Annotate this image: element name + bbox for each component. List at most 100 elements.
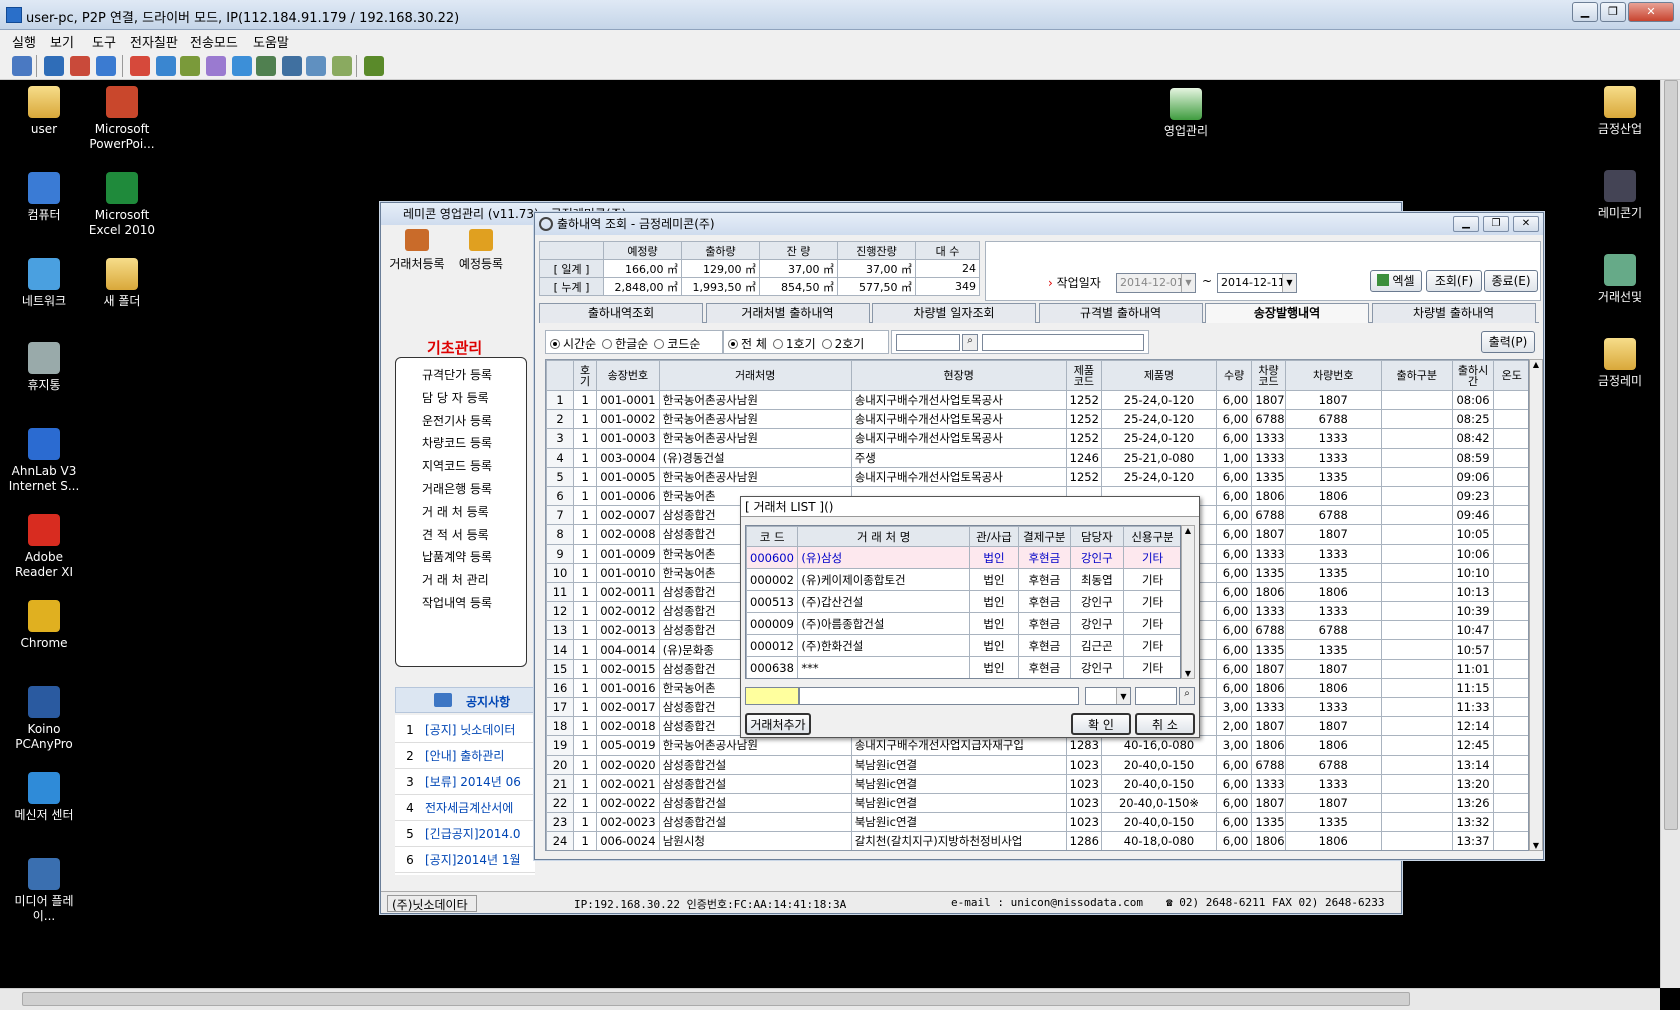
cancel-button[interactable]: 취 소: [1135, 713, 1195, 735]
print-button[interactable]: 출력(P): [1481, 331, 1535, 353]
desktop-icon[interactable]: Koino PCAnyPro: [4, 686, 84, 752]
menu-item[interactable]: 운전기사 등록: [422, 412, 492, 429]
exit-button[interactable]: 종료(E): [1484, 270, 1538, 292]
popup-scrollbar[interactable]: ▲ ▼: [1181, 525, 1195, 679]
menu-item[interactable]: 전자칠판: [130, 32, 178, 51]
menu-item[interactable]: 작업내역 등록: [422, 594, 492, 611]
toolbar-button[interactable]: 예정등록: [449, 229, 513, 272]
desktop-icon[interactable]: 새 폴더: [82, 258, 162, 309]
maximize-button[interactable]: ❐: [1600, 2, 1626, 22]
desktop-icon[interactable]: AhnLab V3 Internet S...: [4, 428, 84, 494]
search-input[interactable]: [896, 334, 960, 351]
scroll-down-icon[interactable]: ▼: [1182, 669, 1194, 678]
table-row[interactable]: 22 1 002-0022 삼성종합건설 북남원ic연결 1023 20-40,0-150※…: [546, 792, 1528, 814]
toolbar-icon[interactable]: [180, 56, 200, 76]
filter-input[interactable]: [1135, 687, 1177, 705]
desktop-icon[interactable]: Adobe Reader XI: [4, 514, 84, 580]
tab[interactable]: 출하내역조회: [539, 303, 703, 323]
table-row[interactable]: 1 1 001-0001 한국농어촌공사남원 송내지구배수개선사업토목공사 1252 25-…: [546, 389, 1528, 411]
toolbar-icon[interactable]: [282, 56, 302, 76]
desktop-icon[interactable]: 메신저 센터: [4, 772, 84, 823]
notice-item[interactable]: 1 [공지] 닛소데이터: [395, 721, 535, 743]
menu-item[interactable]: 거 래 처 등록: [422, 503, 489, 520]
menu-item[interactable]: 전송모드: [190, 32, 238, 51]
scroll-thumb[interactable]: [1664, 80, 1678, 830]
table-row[interactable]: 000513 (주)갑산건설 법인 후현금 강인구 기타: [746, 590, 1180, 613]
close-button[interactable]: ✕: [1628, 2, 1674, 22]
column-header[interactable]: 차량코드: [1251, 360, 1286, 391]
menu-item[interactable]: 견 적 서 등록: [422, 526, 489, 543]
grid-scrollbar[interactable]: ▲ ▼: [1529, 359, 1543, 851]
column-header[interactable]: 차량번호: [1284, 360, 1382, 391]
scroll-thumb[interactable]: [22, 992, 1410, 1006]
column-header[interactable]: 온도: [1493, 360, 1528, 391]
table-row[interactable]: 000012 (주)한화건설 법인 후현금 김근곤 기타: [746, 634, 1180, 657]
code-input[interactable]: [745, 687, 799, 705]
table-row[interactable]: 000638 *** 법인 후현금 강인구 기타: [746, 656, 1180, 678]
column-header[interactable]: 거래처명: [658, 360, 852, 391]
table-row[interactable]: 21 1 002-0021 삼성종합건설 북남원ic연결 1023 20-40,0-150 6…: [546, 773, 1528, 794]
scroll-up-icon[interactable]: ▲: [1530, 360, 1542, 369]
tab[interactable]: 규격별 출하내역: [1038, 303, 1203, 323]
unit-radio[interactable]: 1호기: [772, 337, 816, 351]
toolbar-icon[interactable]: [96, 56, 116, 76]
tab[interactable]: 송장발행내역: [1205, 303, 1369, 323]
toolbar-icon[interactable]: [206, 56, 226, 76]
column-header[interactable]: 제품명: [1101, 360, 1217, 391]
menu-item[interactable]: 납품계약 등록: [422, 548, 492, 565]
menu-item[interactable]: 지역코드 등록: [422, 457, 492, 474]
desktop-icon[interactable]: 컴퓨터: [4, 172, 84, 223]
column-header[interactable]: 담당자: [1069, 526, 1125, 547]
column-header[interactable]: 수량: [1215, 360, 1253, 391]
column-header[interactable]: 호기: [573, 360, 598, 391]
table-row[interactable]: 24 1 006-0024 남원시청 갈치천(갈치지구)지방하천정비사업 1286 40-1…: [546, 831, 1528, 850]
sort-radio[interactable]: 한글순: [602, 337, 648, 351]
desktop-icon[interactable]: user: [4, 86, 84, 137]
column-header[interactable]: 거 래 처 명: [797, 526, 970, 547]
toolbar-button[interactable]: 거래처등록: [385, 229, 449, 272]
search-text-field[interactable]: [982, 334, 1144, 351]
scroll-up-icon[interactable]: ▲: [1182, 526, 1194, 535]
menu-item[interactable]: 규격단가 등록: [422, 366, 492, 383]
minimize-button[interactable]: ▁: [1453, 216, 1479, 232]
close-button[interactable]: ✕: [1513, 216, 1539, 232]
search-icon[interactable]: ⌕: [1179, 687, 1195, 705]
column-header[interactable]: 제품코드: [1065, 360, 1103, 391]
column-header[interactable]: 코 드: [746, 526, 799, 547]
tab[interactable]: 차량별 일자조회: [872, 303, 1036, 323]
horizontal-scrollbar[interactable]: [0, 988, 1660, 1010]
date-from-picker[interactable]: 2014-12-01 ▼: [1116, 273, 1196, 293]
table-row[interactable]: 000600 (유)삼성 법인 후현금 강인구 기타: [746, 546, 1180, 569]
toolbar-icon[interactable]: [156, 56, 176, 76]
menu-item[interactable]: 보기: [50, 32, 74, 51]
desktop-icon[interactable]: Microsoft Excel 2010: [82, 172, 162, 238]
scroll-down-icon[interactable]: ▼: [1530, 841, 1542, 850]
search-button-icon[interactable]: ⌕: [962, 334, 978, 351]
name-input[interactable]: [799, 687, 1079, 705]
table-row[interactable]: 3 1 001-0003 한국농어촌공사남원 송내지구배수개선사업토목공사 1252 25-…: [546, 428, 1528, 449]
toolbar-icon[interactable]: [232, 56, 252, 76]
desktop-icon[interactable]: 금정산업: [1580, 86, 1660, 137]
table-row[interactable]: 000009 (주)아름종합건설 법인 후현금 강인구 기타: [746, 612, 1180, 635]
notice-item[interactable]: 6 [공지]2014년 1월: [395, 851, 535, 873]
minimize-button[interactable]: ▁: [1572, 2, 1598, 22]
table-row[interactable]: 000002 (유)케이제이종합토건 법인 후현금 최동엽 기타: [746, 568, 1180, 591]
desktop-icon[interactable]: 금정레미: [1580, 338, 1660, 389]
column-header[interactable]: 관/사급: [968, 526, 1020, 547]
toolbar-icon[interactable]: [332, 56, 352, 76]
date-to-picker[interactable]: 2014-12-11 ▼: [1217, 273, 1297, 293]
notice-item[interactable]: 5 [긴급공지]2014.0: [395, 825, 535, 847]
filter-select[interactable]: ▼: [1085, 687, 1131, 705]
column-header[interactable]: 결제구분: [1018, 526, 1071, 547]
menu-item[interactable]: 도움말: [253, 32, 289, 51]
vertical-scrollbar[interactable]: [1660, 80, 1680, 988]
tab[interactable]: 거래처별 출하내역: [705, 303, 870, 323]
column-header[interactable]: 현장명: [850, 360, 1067, 391]
query-button[interactable]: 조회(F): [1426, 270, 1482, 292]
table-row[interactable]: 23 1 002-0023 삼성종합건설 북남원ic연결 1023 20-40,0-150 6…: [546, 812, 1528, 833]
toolbar-icon[interactable]: [70, 56, 90, 76]
add-customer-button[interactable]: 거래처추가: [745, 713, 811, 735]
desktop-icon[interactable]: Chrome: [4, 600, 84, 651]
desktop-icon[interactable]: 레미콘기: [1580, 170, 1660, 221]
table-row[interactable]: 5 1 001-0005 한국농어촌공사남원 송내지구배수개선사업토목공사 1252 25-…: [546, 466, 1528, 487]
